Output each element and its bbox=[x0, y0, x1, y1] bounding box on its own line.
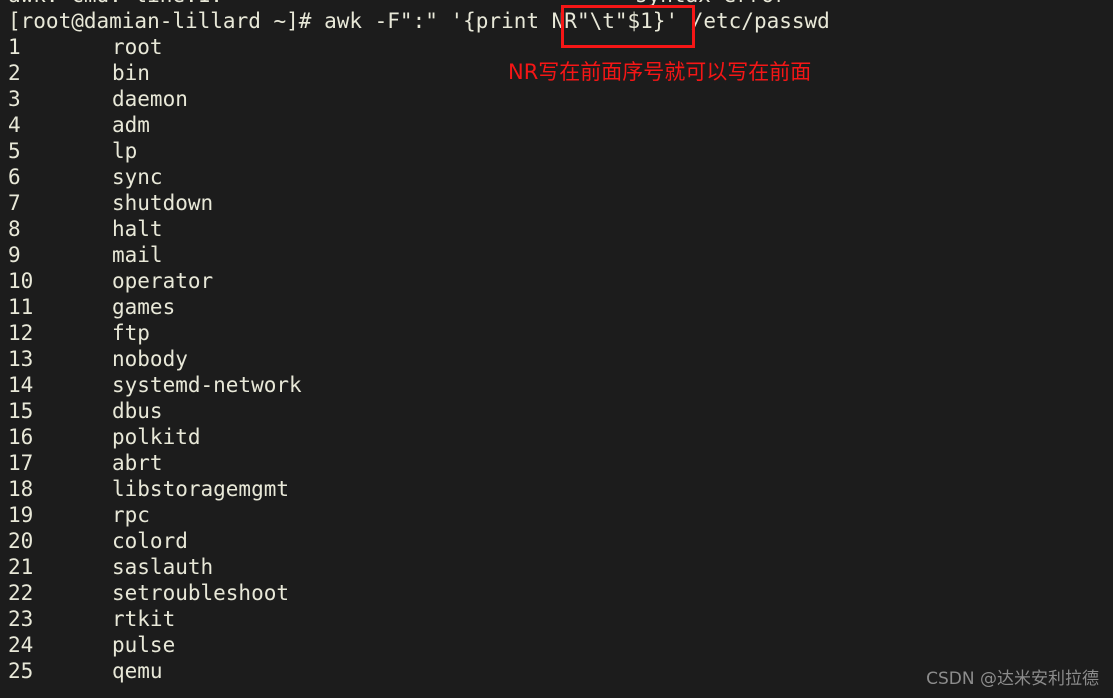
row-line-number: 4 bbox=[8, 113, 21, 137]
row-line-number: 3 bbox=[8, 87, 21, 111]
row-username: polkitd bbox=[112, 425, 201, 449]
error-text-left: awk: cmd. line:1: bbox=[8, 0, 223, 7]
table-row: 15 dbus bbox=[8, 398, 1105, 424]
table-row: 17 abrt bbox=[8, 450, 1105, 476]
row-line-number: 19 bbox=[8, 503, 34, 527]
row-line-number: 5 bbox=[8, 139, 21, 163]
shell-prompt: [root@damian-lillard ~]# bbox=[8, 9, 325, 33]
row-username: rtkit bbox=[112, 607, 176, 631]
command-text-before: awk -F":" '{print bbox=[324, 9, 552, 33]
row-line-number: 6 bbox=[8, 165, 21, 189]
row-username: libstoragemgmt bbox=[112, 477, 290, 501]
row-username: operator bbox=[112, 269, 214, 293]
row-line-number: 7 bbox=[8, 191, 21, 215]
row-line-number: 25 bbox=[8, 659, 34, 683]
row-line-number: 14 bbox=[8, 373, 34, 397]
row-line-number: 8 bbox=[8, 217, 21, 241]
row-line-number: 24 bbox=[8, 633, 34, 657]
table-row: 20 colord bbox=[8, 528, 1105, 554]
row-line-number: 21 bbox=[8, 555, 34, 579]
command-line[interactable]: [root@damian-lillard ~]# awk -F":" '{pri… bbox=[8, 8, 830, 34]
row-line-number: 12 bbox=[8, 321, 34, 345]
row-username: colord bbox=[112, 529, 188, 553]
row-line-number: 15 bbox=[8, 399, 34, 423]
row-line-number: 16 bbox=[8, 425, 34, 449]
row-username: adm bbox=[112, 113, 150, 137]
table-row: 10 operator bbox=[8, 268, 1105, 294]
table-row: 21 saslauth bbox=[8, 554, 1105, 580]
error-text-right: syntax error bbox=[635, 0, 787, 7]
table-row: 18 libstoragemgmt bbox=[8, 476, 1105, 502]
output-rows: 1 root 2 bin 3 daemon 4 adm 5 lp 6 sync 7 shutdown 8 ha… bbox=[8, 34, 1105, 684]
row-username: dbus bbox=[112, 399, 163, 423]
table-row: 13 nobody bbox=[8, 346, 1105, 372]
row-username: nobody bbox=[112, 347, 188, 371]
row-username: qemu bbox=[112, 659, 163, 683]
table-row: 7 shutdown bbox=[8, 190, 1105, 216]
table-row: 6 sync bbox=[8, 164, 1105, 190]
table-row: 1 root bbox=[8, 34, 1105, 60]
table-row: 12 ftp bbox=[8, 320, 1105, 346]
row-username: mail bbox=[112, 243, 163, 267]
row-line-number: 2 bbox=[8, 61, 21, 85]
table-row: 16 polkitd bbox=[8, 424, 1105, 450]
row-username: saslauth bbox=[112, 555, 214, 579]
table-row: 14 systemd-network bbox=[8, 372, 1105, 398]
row-username: daemon bbox=[112, 87, 188, 111]
table-row: 24 pulse bbox=[8, 632, 1105, 658]
table-row: 3 daemon bbox=[8, 86, 1105, 112]
row-line-number: 11 bbox=[8, 295, 34, 319]
csdn-watermark: CSDN @达米安利拉德 bbox=[926, 669, 1099, 689]
row-line-number: 1 bbox=[8, 35, 21, 59]
clipped-error-line: awk: cmd. line:1: syntax error bbox=[8, 0, 1105, 8]
terminal-window[interactable]: awk: cmd. line:1: syntax error [root@dami… bbox=[0, 0, 1113, 698]
table-row: 5 lp bbox=[8, 138, 1105, 164]
row-line-number: 18 bbox=[8, 477, 34, 501]
row-username: rpc bbox=[112, 503, 150, 527]
row-line-number: 22 bbox=[8, 581, 34, 605]
row-username: halt bbox=[112, 217, 163, 241]
row-username: root bbox=[112, 35, 163, 59]
row-username: systemd-network bbox=[112, 373, 302, 397]
row-username: ftp bbox=[112, 321, 150, 345]
row-username: abrt bbox=[112, 451, 163, 475]
row-username: setroubleshoot bbox=[112, 581, 290, 605]
table-row: 4 adm bbox=[8, 112, 1105, 138]
row-line-number: 9 bbox=[8, 243, 21, 267]
row-username: lp bbox=[112, 139, 138, 163]
row-line-number: 23 bbox=[8, 607, 34, 631]
row-username: sync bbox=[112, 165, 163, 189]
row-line-number: 20 bbox=[8, 529, 34, 553]
row-line-number: 10 bbox=[8, 269, 34, 293]
annotation-text: NR写在前面序号就可以写在前面 bbox=[508, 60, 812, 84]
table-row: 23 rtkit bbox=[8, 606, 1105, 632]
table-row: 19 rpc bbox=[8, 502, 1105, 528]
row-username: shutdown bbox=[112, 191, 214, 215]
row-username: pulse bbox=[112, 633, 176, 657]
command-text-after: /etc/passwd bbox=[678, 9, 830, 33]
row-line-number: 13 bbox=[8, 347, 34, 371]
row-username: bin bbox=[112, 61, 150, 85]
row-username: games bbox=[112, 295, 176, 319]
table-row: 22 setroubleshoot bbox=[8, 580, 1105, 606]
row-line-number: 17 bbox=[8, 451, 34, 475]
table-row: 9 mail bbox=[8, 242, 1105, 268]
table-row: 8 halt bbox=[8, 216, 1105, 242]
command-text-highlighted: NR"\t"$1}' bbox=[551, 9, 679, 33]
table-row: 11 games bbox=[8, 294, 1105, 320]
